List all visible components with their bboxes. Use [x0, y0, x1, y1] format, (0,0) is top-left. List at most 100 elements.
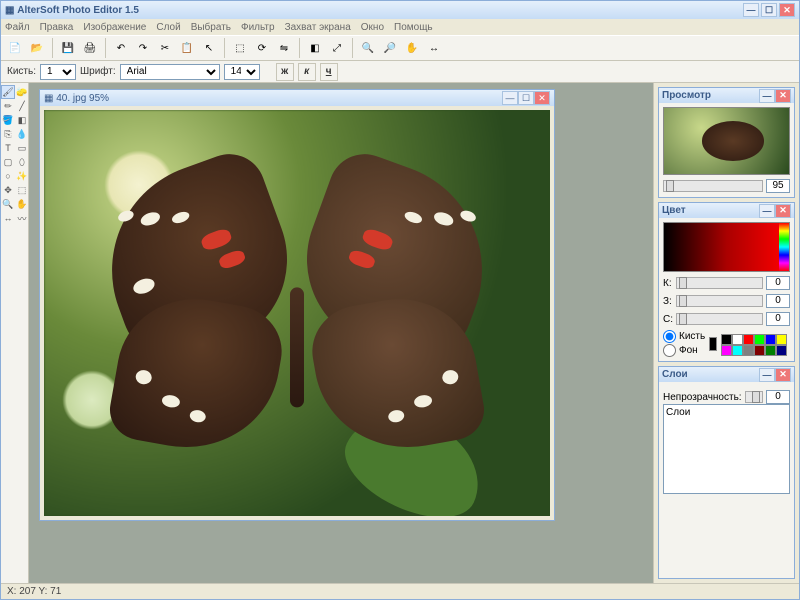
rotate-button[interactable]: ⟳ [252, 38, 272, 58]
green-label: З: [663, 296, 673, 307]
swatch-6[interactable] [721, 345, 732, 356]
brush-size-select[interactable]: 1 [40, 64, 76, 80]
bg-color-radio[interactable] [663, 344, 676, 357]
preview-minimize-button[interactable]: — [759, 89, 775, 103]
opacity-slider[interactable] [745, 391, 763, 403]
menu-1[interactable]: Правка [40, 22, 74, 33]
zoom-tool[interactable]: 🔍 [1, 197, 15, 211]
menu-3[interactable]: Слой [156, 22, 180, 33]
doc-maximize-button[interactable]: ☐ [518, 91, 534, 105]
open-file-button[interactable]: 📂 [27, 38, 47, 58]
italic-button[interactable]: к [298, 63, 316, 81]
swatch-1[interactable] [732, 334, 743, 345]
menu-8[interactable]: Помощь [394, 22, 433, 33]
swatch-8[interactable] [743, 345, 754, 356]
hue-bar[interactable] [779, 223, 789, 271]
measure-tool[interactable]: ↔ [1, 211, 15, 225]
swatch-2[interactable] [743, 334, 754, 345]
menu-6[interactable]: Захват экрана [285, 22, 351, 33]
red-slider[interactable] [676, 277, 763, 289]
preview-close-button[interactable]: ✕ [775, 89, 791, 103]
smudge-tool[interactable]: 〰 [15, 211, 29, 225]
bucket-tool[interactable]: 🪣 [1, 113, 15, 127]
measure-button[interactable]: ↔ [424, 38, 444, 58]
swatch-7[interactable] [732, 345, 743, 356]
brush-color-radio[interactable] [663, 330, 676, 343]
resize-button[interactable]: ⤢ [327, 38, 347, 58]
menu-4[interactable]: Выбрать [191, 22, 231, 33]
menu-5[interactable]: Фильтр [241, 22, 275, 33]
color-minimize-button[interactable]: — [759, 204, 775, 218]
wand-tool[interactable]: ✨ [15, 169, 29, 183]
text-tool[interactable]: T [1, 141, 15, 155]
zoom-out-button[interactable]: 🔎 [380, 38, 400, 58]
document-canvas[interactable] [44, 110, 550, 516]
swatch-5[interactable] [776, 334, 787, 345]
layers-minimize-button[interactable]: — [759, 368, 775, 382]
swatch-3[interactable] [754, 334, 765, 345]
lasso-tool[interactable]: ⬯ [15, 155, 29, 169]
menu-7[interactable]: Окно [361, 22, 384, 33]
red-value: 0 [766, 276, 790, 290]
picker-tool[interactable]: 💧 [15, 127, 29, 141]
color-close-button[interactable]: ✕ [775, 204, 791, 218]
blue-slider[interactable] [676, 313, 763, 325]
maximize-button[interactable]: ☐ [761, 3, 777, 17]
menu-0[interactable]: Файл [5, 22, 30, 33]
preview-thumbnail[interactable] [663, 107, 790, 175]
crop-button[interactable]: ⬚ [230, 38, 250, 58]
clone-tool[interactable]: ⎘ [1, 127, 15, 141]
pencil-tool[interactable]: ✏ [1, 99, 15, 113]
copy-button[interactable]: 📋 [177, 38, 197, 58]
color-panel: Цвет — ✕ К: 0 З: 0 [658, 202, 795, 362]
flip-button[interactable]: ⇋ [274, 38, 294, 58]
brush-tool[interactable]: 🖌 [1, 85, 15, 99]
swatch-10[interactable] [765, 345, 776, 356]
menu-2[interactable]: Изображение [83, 22, 146, 33]
move-tool[interactable]: ✥ [1, 183, 15, 197]
save-button[interactable]: 💾 [58, 38, 78, 58]
swatch-0[interactable] [721, 334, 732, 345]
green-slider[interactable] [676, 295, 763, 307]
underline-button[interactable]: ч [320, 63, 338, 81]
ellipse-select-tool[interactable]: ○ [1, 169, 15, 183]
crop-tool[interactable]: ⬚ [15, 183, 29, 197]
line-tool[interactable]: ╱ [15, 99, 29, 113]
levels-button[interactable]: ◧ [305, 38, 325, 58]
cut-button[interactable]: ✂ [155, 38, 175, 58]
swatch-4[interactable] [765, 334, 776, 345]
zoom-in-button[interactable]: 🔍 [358, 38, 378, 58]
layer-item[interactable]: Слои [666, 407, 787, 418]
undo-button[interactable]: ↶ [111, 38, 131, 58]
shape-tool[interactable]: ▭ [15, 141, 29, 155]
menubar: Файл Правка Изображение Слой Выбрать Фильтр За… [1, 19, 799, 35]
rect-select-tool[interactable]: ▢ [1, 155, 15, 169]
font-size-select[interactable]: 14 [224, 64, 260, 80]
swatch-11[interactable] [776, 345, 787, 356]
font-select[interactable]: Arial [120, 64, 220, 80]
redo-button[interactable]: ↷ [133, 38, 153, 58]
pointer-button[interactable]: ↖ [199, 38, 219, 58]
doc-minimize-button[interactable]: — [502, 91, 518, 105]
zoom-slider[interactable] [663, 180, 763, 192]
doc-close-button[interactable]: ✕ [534, 91, 550, 105]
gradient-tool[interactable]: ◧ [15, 113, 29, 127]
bold-button[interactable]: ж [276, 63, 294, 81]
eraser-tool[interactable]: 🧽 [15, 85, 29, 99]
cursor-coords: X: 207 Y: 71 [7, 586, 61, 597]
hand-tool[interactable]: ✋ [15, 197, 29, 211]
foreground-swatch[interactable] [709, 337, 717, 351]
layers-list[interactable]: Слои [663, 404, 790, 494]
close-button[interactable]: ✕ [779, 3, 795, 17]
color-gradient-picker[interactable] [663, 222, 790, 272]
layers-panel-title: Слои [662, 369, 688, 380]
blue-value: 0 [766, 312, 790, 326]
canvas-area: ▦ 40. jpg 95% — ☐ ✕ [29, 83, 653, 583]
swatch-9[interactable] [754, 345, 765, 356]
new-file-button[interactable]: 📄 [5, 38, 25, 58]
document-title: 40. jpg 95% [56, 93, 109, 104]
layers-close-button[interactable]: ✕ [775, 368, 791, 382]
minimize-button[interactable]: — [743, 3, 759, 17]
print-button[interactable]: 🖨 [80, 38, 100, 58]
hand-button[interactable]: ✋ [402, 38, 422, 58]
